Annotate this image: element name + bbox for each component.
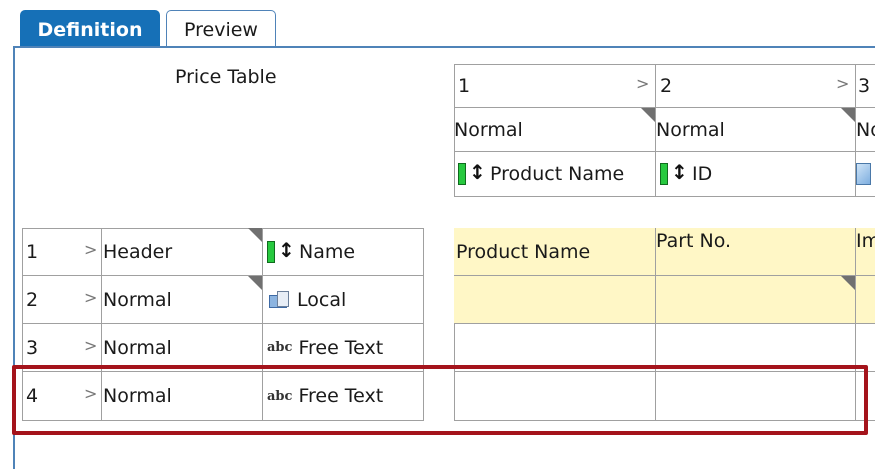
resize-row-icon: ↕ xyxy=(267,238,295,264)
resize-column-icon: ↕ xyxy=(660,160,688,186)
tab-definition[interactable]: Definition xyxy=(20,10,160,48)
column-style-1[interactable]: Normal xyxy=(454,108,656,152)
row-style-cell[interactable]: Normal xyxy=(102,276,263,324)
row-type-label: Free Text xyxy=(298,336,384,359)
text-type-icon: abc xyxy=(267,388,293,404)
column-header-3[interactable]: 3 xyxy=(856,64,875,108)
chevron-right-icon[interactable]: > xyxy=(84,384,97,403)
column-style-2[interactable]: Normal xyxy=(656,108,856,152)
row-number: 2 xyxy=(26,288,39,311)
column-field-label: Product Name xyxy=(490,163,625,185)
row-number: 4 xyxy=(26,385,39,407)
row-number-cell[interactable]: 1 > xyxy=(22,228,102,276)
content-cell-header[interactable]: Im xyxy=(856,228,875,276)
resize-column-icon: ↕ xyxy=(458,160,486,186)
column-style-label: No xyxy=(856,118,875,141)
header-text: Im xyxy=(856,230,875,252)
chevron-right-icon[interactable]: > xyxy=(84,240,97,259)
column-number: 1 xyxy=(458,74,471,97)
content-cell[interactable] xyxy=(454,276,656,324)
row-style-label: Normal xyxy=(103,288,172,311)
dropdown-corner-icon xyxy=(841,108,855,122)
content-cell[interactable] xyxy=(656,276,856,324)
row-style-label: Normal xyxy=(103,336,172,359)
row-style-label: Header xyxy=(103,240,173,263)
image-field-icon xyxy=(856,163,871,185)
content-cell-header[interactable]: Part No. xyxy=(656,228,856,276)
content-cell[interactable] xyxy=(856,276,875,324)
column-number: 2 xyxy=(660,74,673,97)
row-type-cell[interactable]: ↕ Name xyxy=(263,228,424,276)
row-type-label: Free Text xyxy=(298,385,384,407)
row-type-label: Name xyxy=(299,240,356,263)
local-data-icon xyxy=(267,289,293,311)
text-type-icon: abc xyxy=(267,340,293,355)
content-cell[interactable] xyxy=(656,324,856,372)
chevron-right-icon[interactable]: > xyxy=(636,74,649,93)
tab-preview[interactable]: Preview xyxy=(166,10,276,48)
content-cell[interactable] xyxy=(656,372,856,421)
content-cell[interactable] xyxy=(856,372,875,421)
column-field-label: ID xyxy=(692,163,713,185)
dropdown-corner-icon xyxy=(641,108,655,122)
row-number-cell[interactable]: 3 > xyxy=(22,324,102,372)
row-number-cell[interactable]: 2 > xyxy=(22,276,102,324)
column-header-2[interactable]: 2 > xyxy=(656,64,856,108)
row-number: 3 xyxy=(26,336,39,359)
chevron-right-icon[interactable]: > xyxy=(84,288,97,307)
chevron-right-icon[interactable]: > xyxy=(84,336,97,355)
row-style-cell[interactable]: Normal xyxy=(102,372,263,421)
column-field-3[interactable] xyxy=(856,152,875,197)
tab-bar: Definition Preview xyxy=(0,0,875,48)
table-title: Price Table xyxy=(175,66,277,88)
dropdown-corner-icon xyxy=(841,276,855,290)
column-number: 3 xyxy=(858,74,871,97)
content-cell-header[interactable]: Product Name xyxy=(454,228,656,276)
column-style-label: Normal xyxy=(454,118,523,141)
header-text: Product Name xyxy=(456,240,591,263)
row-type-label: Local xyxy=(297,288,347,311)
content-cell[interactable] xyxy=(856,324,875,372)
row-number: 1 xyxy=(26,240,39,263)
row-type-cell[interactable]: abc Free Text xyxy=(263,324,424,372)
content-cell[interactable] xyxy=(454,324,656,372)
column-field-2[interactable]: ↕ ID xyxy=(656,152,856,197)
chevron-right-icon[interactable]: > xyxy=(836,74,849,93)
row-type-cell[interactable]: Local xyxy=(263,276,424,324)
dropdown-corner-icon xyxy=(248,228,262,242)
content-cell[interactable] xyxy=(454,372,656,421)
column-style-label: Normal xyxy=(656,118,725,141)
row-style-cell[interactable]: Normal xyxy=(102,324,263,372)
header-text: Part No. xyxy=(656,230,732,252)
row-style-label: Normal xyxy=(103,385,172,407)
row-style-cell[interactable]: Header xyxy=(102,228,263,276)
column-header-1[interactable]: 1 > xyxy=(454,64,656,108)
column-style-3[interactable]: No xyxy=(856,108,875,152)
row-number-cell[interactable]: 4 > xyxy=(22,372,102,421)
row-type-cell[interactable]: abc Free Text xyxy=(263,372,424,421)
column-field-1[interactable]: ↕ Product Name xyxy=(454,152,656,197)
dropdown-corner-icon xyxy=(248,276,262,290)
